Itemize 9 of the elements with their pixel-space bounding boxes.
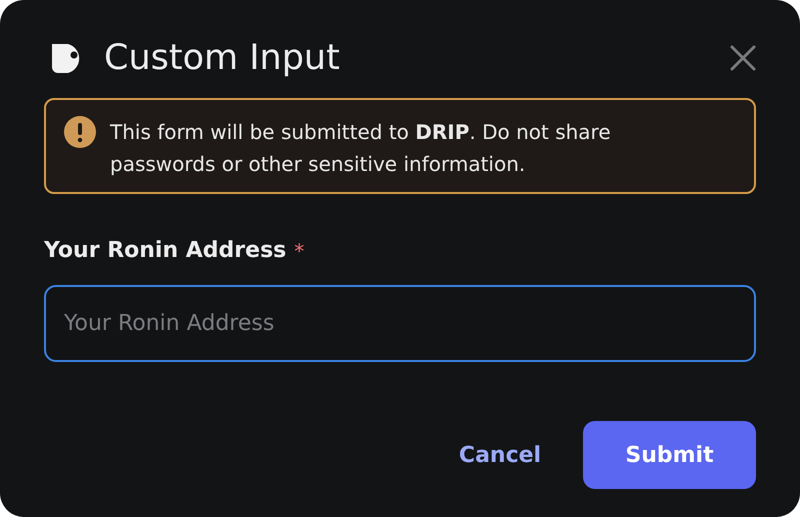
submit-button[interactable]: Submit [583,421,756,489]
dialog-title: Custom Input [104,40,340,76]
required-mark: * [294,238,304,264]
field-label: Your Ronin Address [44,237,286,265]
close-icon[interactable] [728,43,758,73]
address-input[interactable]: Your Ronin Address [44,285,756,362]
warning-icon [64,116,96,148]
warning-text: This form will be submitted to DRIP. Do not share passwords or other sensitive information. [110,119,612,178]
cancel-button[interactable]: Cancel [435,421,565,489]
